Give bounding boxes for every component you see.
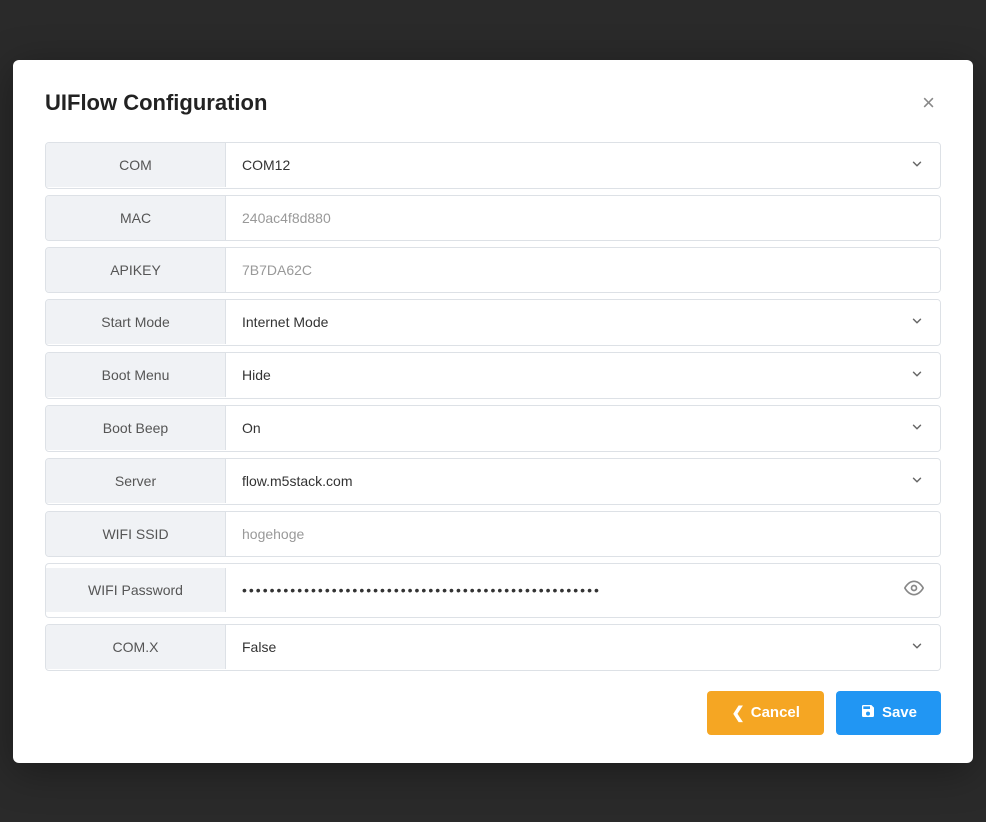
chevron-icon-boot-menu (910, 367, 924, 384)
value-text-apikey: 7B7DA62C (242, 262, 312, 278)
cancel-chevron-icon: ❮ (731, 703, 744, 723)
label-apikey: APIKEY (46, 248, 226, 292)
chevron-icon-com (910, 157, 924, 174)
value-text-boot-beep: On (242, 420, 261, 436)
form-row-boot-beep: Boot Beep On (45, 405, 941, 452)
modal-header: UIFlow Configuration × (45, 88, 941, 118)
value-com[interactable]: COM12 (226, 143, 940, 188)
form-row-com-x: COM.X False (45, 624, 941, 671)
save-button[interactable]: Save (836, 691, 941, 735)
uiflow-config-modal: UIFlow Configuration × COM COM12 MAC 240ac4… (13, 60, 973, 763)
label-wifi-ssid: WIFI SSID (46, 512, 226, 556)
form-row-server: Server flow.m5stack.com (45, 458, 941, 505)
value-apikey: 7B7DA62C (226, 248, 940, 292)
chevron-icon-start-mode (910, 314, 924, 331)
label-boot-beep: Boot Beep (46, 406, 226, 450)
close-button[interactable]: × (916, 88, 941, 118)
form-row-com: COM COM12 (45, 142, 941, 189)
label-mac: MAC (46, 196, 226, 240)
label-com-x: COM.X (46, 625, 226, 669)
modal-title: UIFlow Configuration (45, 90, 267, 116)
cancel-button[interactable]: ❮ Cancel (707, 691, 824, 735)
value-text-com: COM12 (242, 157, 290, 173)
modal-footer: ❮ Cancel Save (45, 691, 941, 735)
form-body: COM COM12 MAC 240ac4f8d880 APIKEY 7B7DA62C Sta… (45, 142, 941, 671)
value-text-com-x: False (242, 639, 276, 655)
value-text-boot-menu: Hide (242, 367, 271, 383)
label-wifi-password: WIFI Password (46, 568, 226, 612)
value-wifi-ssid: hogehoge (226, 512, 940, 556)
form-row-apikey: APIKEY 7B7DA62C (45, 247, 941, 293)
value-boot-menu[interactable]: Hide (226, 353, 940, 398)
label-boot-menu: Boot Menu (46, 353, 226, 397)
form-row-wifi-password: WIFI Password •••••••••••••••••••••••••••… (45, 563, 941, 618)
form-row-wifi-ssid: WIFI SSID hogehoge (45, 511, 941, 557)
value-text-server: flow.m5stack.com (242, 473, 352, 489)
value-wifi-password: ••••••••••••••••••••••••••••••••••••••••… (226, 564, 940, 617)
label-com: COM (46, 143, 226, 187)
label-server: Server (46, 459, 226, 503)
form-row-start-mode: Start Mode Internet Mode (45, 299, 941, 346)
save-disk-icon (860, 703, 876, 723)
chevron-icon-server (910, 473, 924, 490)
save-label: Save (882, 704, 917, 721)
toggle-password-icon[interactable] (904, 578, 924, 603)
value-boot-beep[interactable]: On (226, 406, 940, 451)
form-row-boot-menu: Boot Menu Hide (45, 352, 941, 399)
value-text-wifi-ssid: hogehoge (242, 526, 304, 542)
value-text-start-mode: Internet Mode (242, 314, 328, 330)
value-mac: 240ac4f8d880 (226, 196, 940, 240)
form-row-mac: MAC 240ac4f8d880 (45, 195, 941, 241)
chevron-icon-com-x (910, 639, 924, 656)
cancel-label: Cancel (751, 704, 800, 721)
value-start-mode[interactable]: Internet Mode (226, 300, 940, 345)
value-server[interactable]: flow.m5stack.com (226, 459, 940, 504)
label-start-mode: Start Mode (46, 300, 226, 344)
value-text-mac: 240ac4f8d880 (242, 210, 331, 226)
value-com-x[interactable]: False (226, 625, 940, 670)
password-dots: ••••••••••••••••••••••••••••••••••••••••… (242, 582, 601, 598)
chevron-icon-boot-beep (910, 420, 924, 437)
